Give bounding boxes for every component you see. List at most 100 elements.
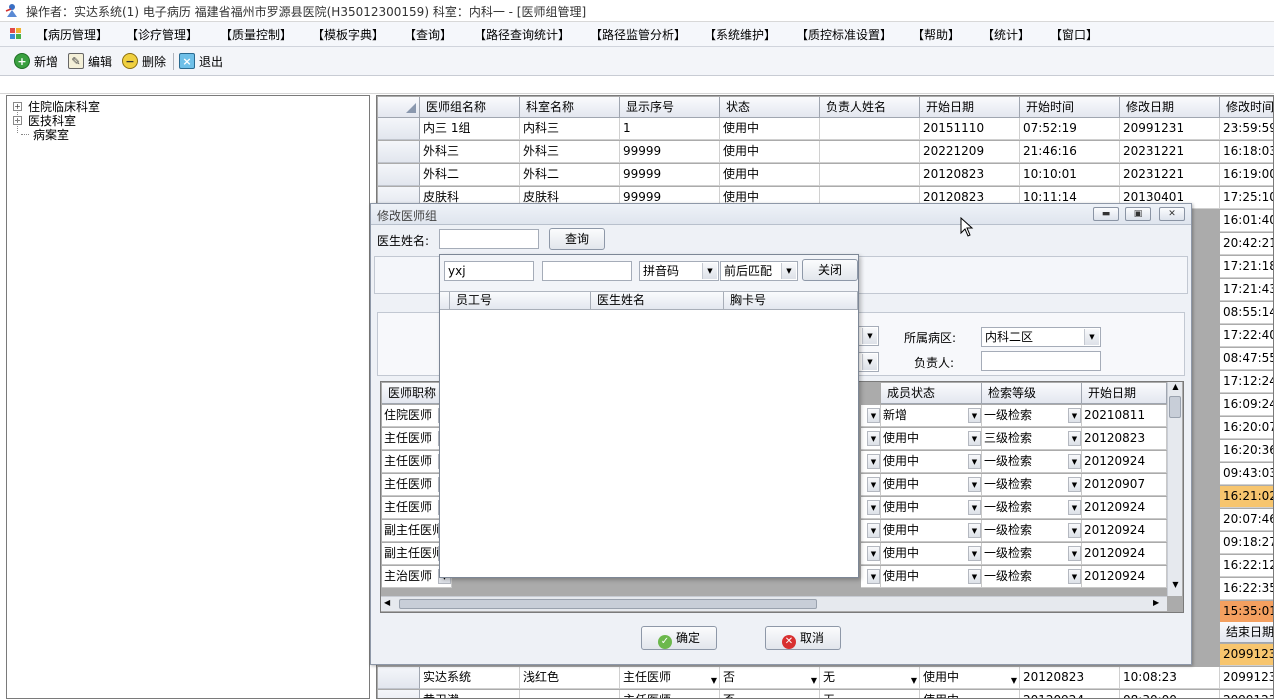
row-header[interactable] xyxy=(378,118,420,140)
dropdown-arrow-icon[interactable]: ▼ xyxy=(968,500,981,515)
dropdown-arrow-icon[interactable]: ▼ xyxy=(781,263,796,279)
member-hidden-cell[interactable]: ▼ xyxy=(861,428,881,450)
col-start-time[interactable]: 开始时间 xyxy=(1020,97,1120,118)
dropdown-arrow-icon[interactable]: ▼ xyxy=(867,569,880,584)
match-mode-select[interactable]: 前后匹配 ▼ xyxy=(720,261,798,281)
maximize-button[interactable]: ▣ xyxy=(1125,207,1151,221)
table-cell[interactable] xyxy=(820,164,920,186)
col-doctor-name[interactable]: 医生姓名 xyxy=(591,292,724,310)
member-hidden-cell[interactable]: ▼ xyxy=(861,520,881,542)
table-cell[interactable]: 否 ▼ xyxy=(720,667,820,689)
dropdown-arrow-icon[interactable]: ▼ xyxy=(1068,569,1081,584)
member-hidden-cell[interactable]: ▼ xyxy=(861,451,881,473)
close-button[interactable]: ✕ xyxy=(1159,207,1185,221)
dropdown-arrow-icon[interactable]: ▼ xyxy=(862,354,877,370)
col-dept-name[interactable]: 科室名称 xyxy=(520,97,620,118)
table-cell[interactable]: 20991231 xyxy=(1220,667,1273,689)
menu-system-maintenance[interactable]: 【系统维护】 xyxy=(704,26,776,43)
dropdown-arrow-icon[interactable]: ▼ xyxy=(1068,408,1081,423)
table-cell[interactable]: 20120823 xyxy=(920,164,1020,186)
col-end-date[interactable]: 结束日期 xyxy=(1220,622,1273,643)
table-cell[interactable]: 17:25:10 xyxy=(1220,187,1273,209)
doctor-name-input[interactable] xyxy=(439,229,539,249)
table-cell[interactable]: 浅红色 xyxy=(520,667,620,689)
col-display-order[interactable]: 显示序号 xyxy=(620,97,720,118)
table-cell[interactable]: 15:35:01 xyxy=(1220,601,1273,623)
member-date-cell[interactable]: 20120924 xyxy=(1082,497,1167,519)
dropdown-arrow-icon[interactable]: ▼ xyxy=(1068,546,1081,561)
row-header[interactable] xyxy=(378,164,420,186)
member-date-cell[interactable]: 20120924 xyxy=(1082,520,1167,542)
menu-statistics[interactable]: 【统计】 xyxy=(982,26,1030,43)
member-level-cell[interactable]: 一级检索 ▼ xyxy=(982,474,1082,496)
query-button[interactable]: 查询 xyxy=(549,228,605,250)
col-status[interactable]: 状态 xyxy=(720,97,820,118)
dropdown-arrow-icon[interactable]: ▼ xyxy=(968,569,981,584)
table-cell[interactable]: 17:22:40 xyxy=(1220,325,1273,347)
cancel-button[interactable]: ✕ 取消 xyxy=(765,626,841,650)
table-cell[interactable]: 使用中 xyxy=(720,141,820,163)
table-cell[interactable]: 99999 xyxy=(620,164,720,186)
table-cell[interactable]: 20231221 xyxy=(1120,164,1220,186)
table-cell[interactable]: 23:59:59 xyxy=(1220,118,1273,140)
table-cell[interactable]: 否 xyxy=(720,690,820,698)
table-cell[interactable]: 16:22:35 xyxy=(1220,578,1273,600)
menu-record-management[interactable]: 【病历管理】 xyxy=(36,26,108,43)
table-cell[interactable]: 17:21:43 xyxy=(1220,279,1273,301)
menu-template-dictionary[interactable]: 【模板字典】 xyxy=(312,26,384,43)
table-cell[interactable]: 08:55:14 xyxy=(1220,302,1273,324)
table-cell[interactable]: 使用中 xyxy=(720,118,820,140)
table-cell[interactable]: 99999 xyxy=(620,141,720,163)
member-date-cell[interactable]: 20120907 xyxy=(1082,474,1167,496)
table-cell[interactable]: 09:18:27 xyxy=(1220,532,1273,554)
dropdown-arrow-icon[interactable]: ▼ xyxy=(1068,431,1081,446)
table-cell[interactable]: 1 xyxy=(620,118,720,140)
table-cell[interactable]: 20:42:21 xyxy=(1220,233,1273,255)
dropdown-arrow-icon[interactable]: ▼ xyxy=(1068,454,1081,469)
col-start-date[interactable]: 开始日期 xyxy=(920,97,1020,118)
table-cell[interactable]: 20991231 xyxy=(1220,690,1273,698)
dropdown-arrow-icon[interactable]: ▼ xyxy=(711,670,717,688)
dropdown-arrow-icon[interactable]: ▼ xyxy=(867,431,880,446)
menu-qc-standard-settings[interactable]: 【质控标准设置】 xyxy=(796,26,892,43)
edit-button[interactable]: ✎ 编辑 xyxy=(68,51,112,71)
member-date-cell[interactable]: 20120823 xyxy=(1082,428,1167,450)
col-badge-number[interactable]: 胸卡号 xyxy=(724,292,858,310)
member-level-cell[interactable]: 一级检索 ▼ xyxy=(982,543,1082,565)
table-cell[interactable]: 08:30:00 xyxy=(1120,690,1220,698)
ward-select[interactable]: 内科二区 ▼ xyxy=(981,327,1101,347)
table-cell[interactable]: 16:21:02 xyxy=(1220,486,1273,508)
col-member-start-date[interactable]: 开始日期 xyxy=(1082,383,1167,404)
table-cell[interactable] xyxy=(520,690,620,698)
table-cell[interactable]: 实达系统 xyxy=(420,667,520,689)
dropdown-arrow-icon[interactable]: ▼ xyxy=(968,431,981,446)
owner-input[interactable] xyxy=(981,351,1101,371)
member-status-cell[interactable]: 使用中 ▼ xyxy=(881,497,982,519)
table-cell[interactable]: 20991231 xyxy=(1220,644,1273,666)
dropdown-arrow-icon[interactable]: ▼ xyxy=(867,546,880,561)
menu-path-monitor-analysis[interactable]: 【路径监管分析】 xyxy=(590,26,686,43)
table-cell[interactable]: 16:01:40 xyxy=(1220,210,1273,232)
member-level-cell[interactable]: 三级检索 ▼ xyxy=(982,428,1082,450)
col-group-name[interactable]: 医师组名称 xyxy=(420,97,520,118)
minimize-button[interactable]: ▬ xyxy=(1093,207,1119,221)
dropdown-arrow-icon[interactable]: ▼ xyxy=(1011,670,1017,688)
member-level-cell[interactable]: 一级检索 ▼ xyxy=(982,520,1082,542)
menu-query[interactable]: 【查询】 xyxy=(404,26,452,43)
col-member-status[interactable]: 成员状态 xyxy=(881,383,982,404)
table-cell[interactable]: 使用中 ▼ xyxy=(920,667,1020,689)
dropdown-arrow-icon[interactable]: ▼ xyxy=(867,477,880,492)
member-hidden-cell[interactable]: ▼ xyxy=(861,474,881,496)
table-cell[interactable]: 21:46:16 xyxy=(1020,141,1120,163)
scroll-thumb[interactable] xyxy=(1169,396,1181,418)
table-cell[interactable]: 10:08:23 xyxy=(1120,667,1220,689)
member-hidden-cell[interactable]: ▼ xyxy=(861,405,881,427)
member-status-cell[interactable]: 使用中 ▼ xyxy=(881,566,982,588)
dropdown-arrow-icon[interactable]: ▼ xyxy=(968,546,981,561)
member-date-cell[interactable]: 20120924 xyxy=(1082,543,1167,565)
scroll-down-icon[interactable]: ▼ xyxy=(1169,580,1182,589)
member-date-cell[interactable]: 20120924 xyxy=(1082,451,1167,473)
dropdown-arrow-icon[interactable]: ▼ xyxy=(968,454,981,469)
ok-button[interactable]: ✓ 确定 xyxy=(641,626,717,650)
table-cell[interactable]: 内三 1组 xyxy=(420,118,520,140)
